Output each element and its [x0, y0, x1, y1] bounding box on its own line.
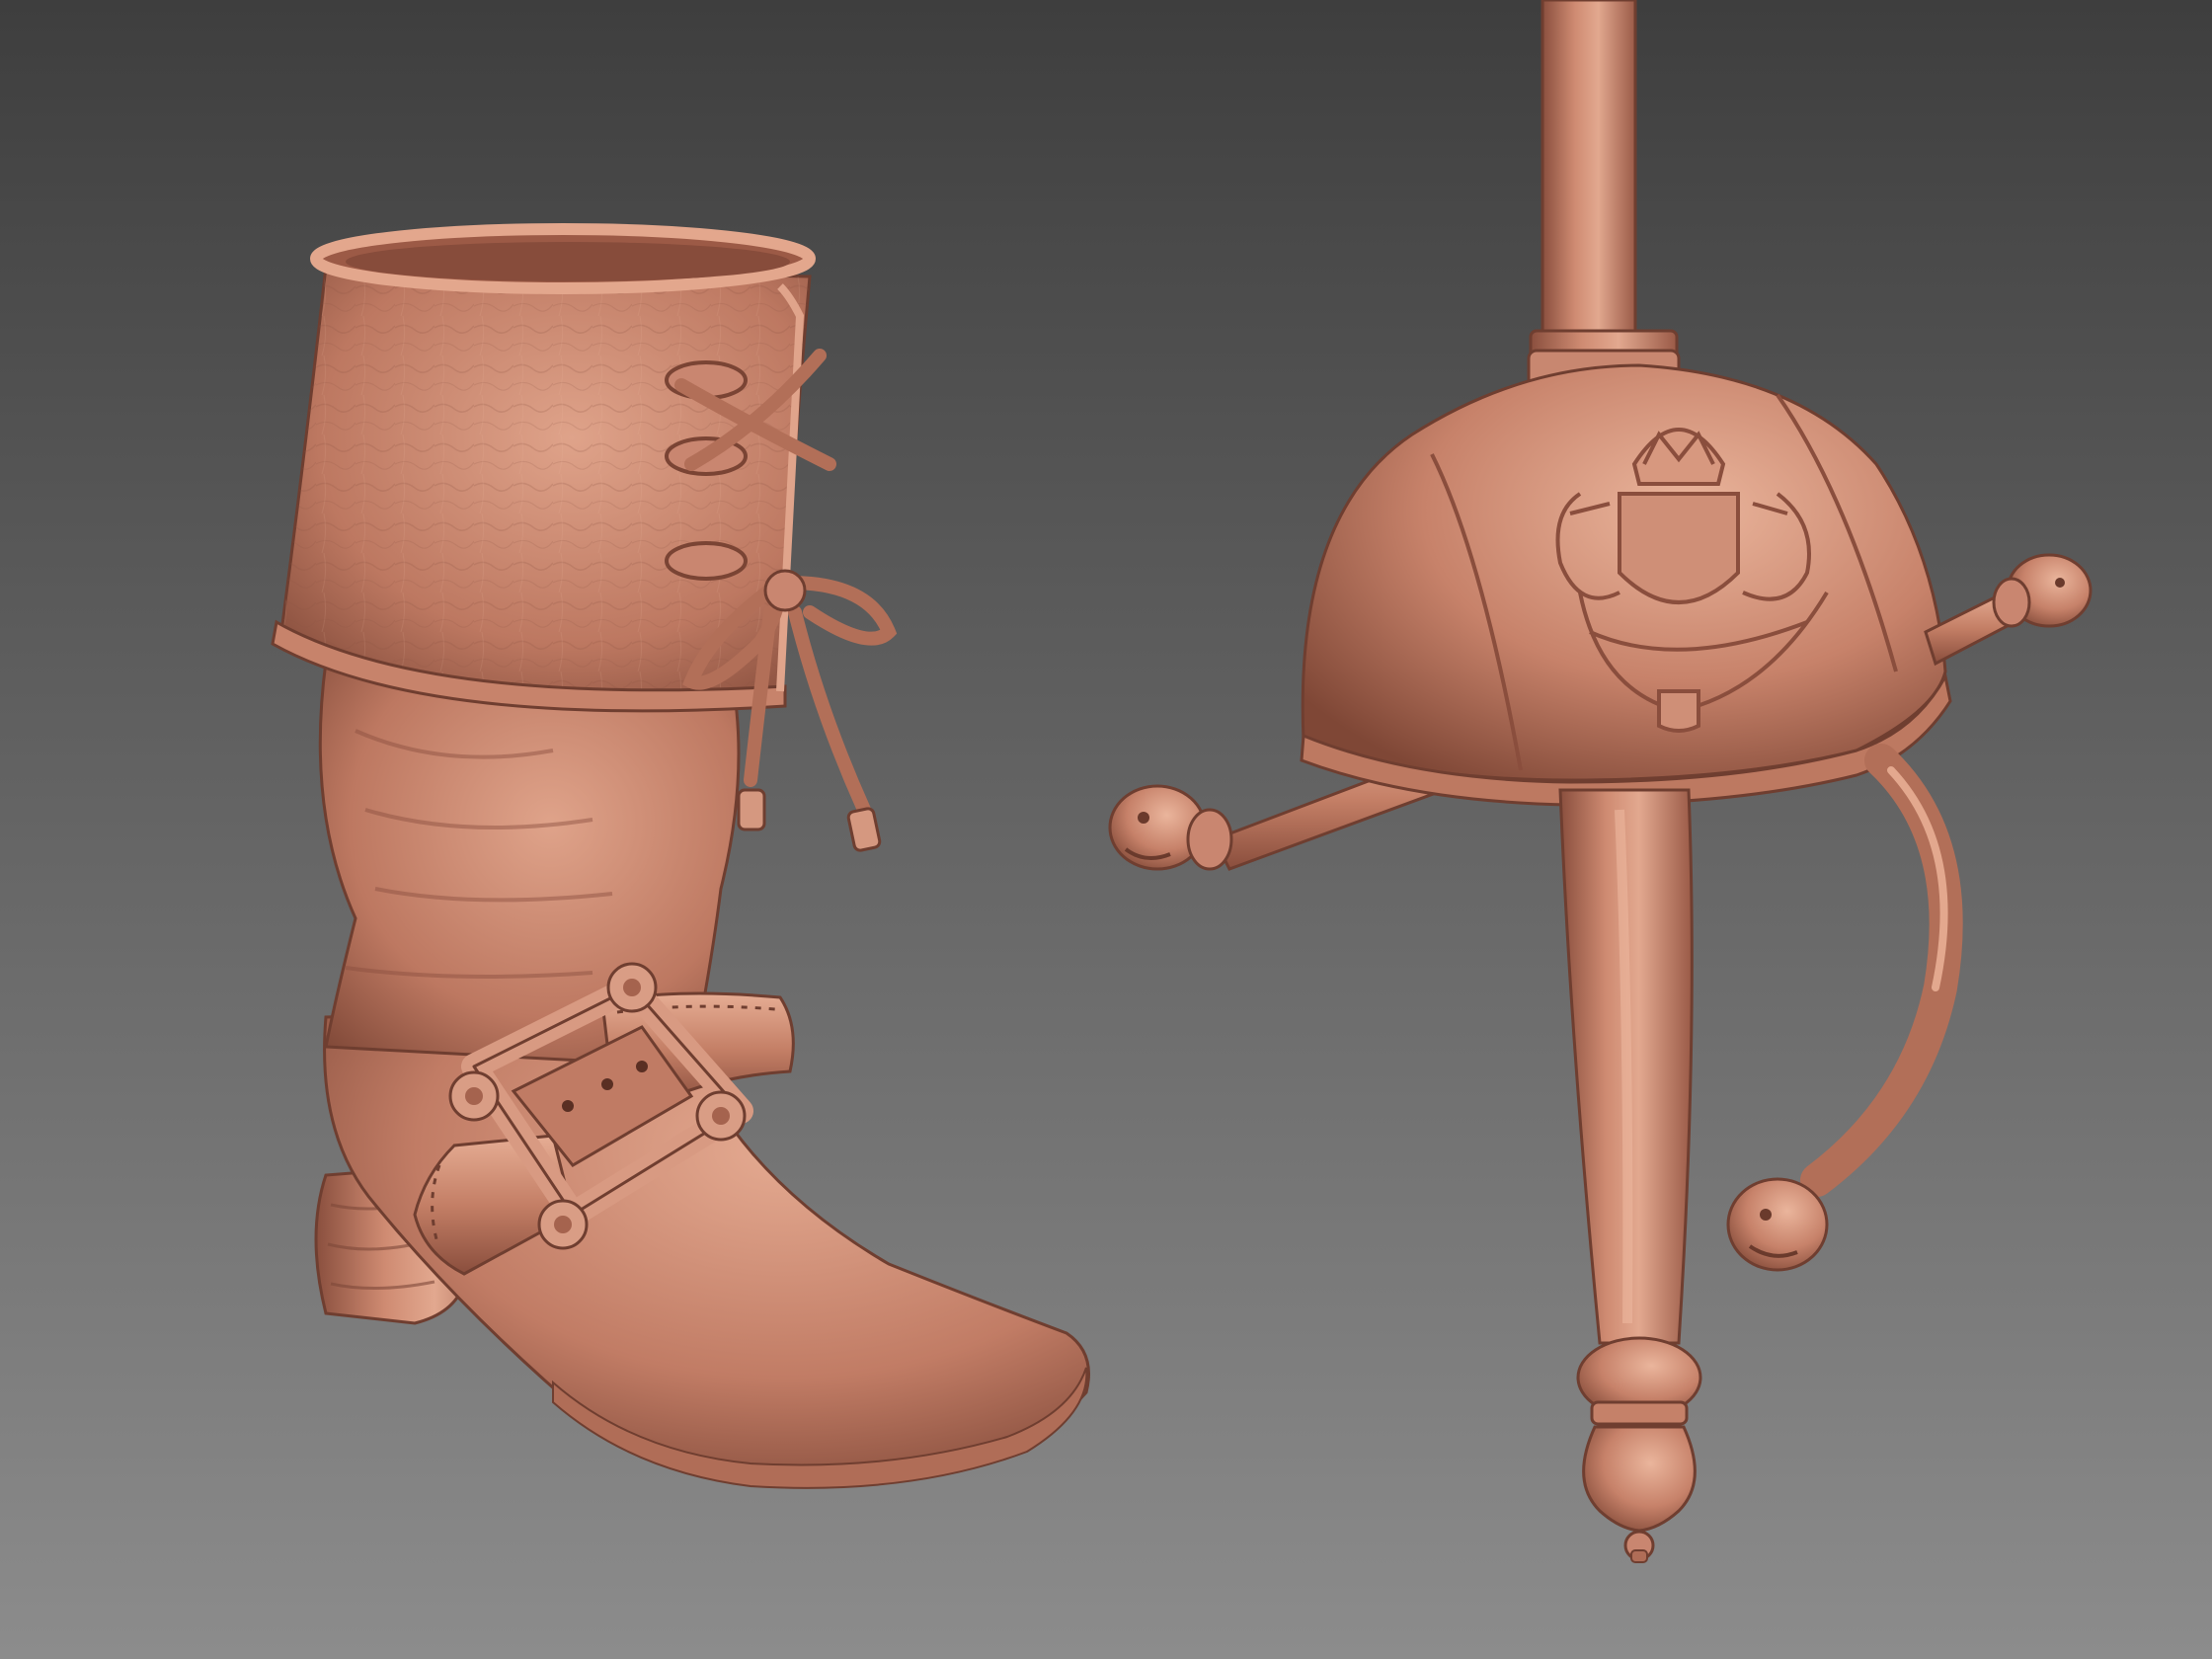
rosette-center: [623, 979, 641, 996]
rosette-center: [465, 1087, 483, 1105]
boot-opening-inner: [346, 242, 790, 281]
emblem-cross-shield: [1657, 689, 1700, 733]
lace-bow-knot: [763, 569, 807, 612]
rosette-center: [554, 1216, 572, 1233]
lace-aglet-left: [737, 788, 766, 831]
sword-pommel-ring: [1590, 1400, 1689, 1426]
strap-hole: [601, 1078, 613, 1090]
emblem-shield: [1618, 492, 1740, 604]
sculpt-viewport: [0, 0, 2212, 1659]
strap-hole: [562, 1100, 574, 1112]
rosette-center: [712, 1107, 730, 1125]
sword-blade: [1540, 0, 1637, 357]
lion-head-terminal-bow: [1726, 1177, 1829, 1272]
sword-pommel-tip: [1630, 1549, 1648, 1563]
lace-eyelet-loop: [665, 541, 748, 581]
boot-cuff-texture: [281, 267, 810, 701]
strap-hole: [636, 1061, 648, 1072]
